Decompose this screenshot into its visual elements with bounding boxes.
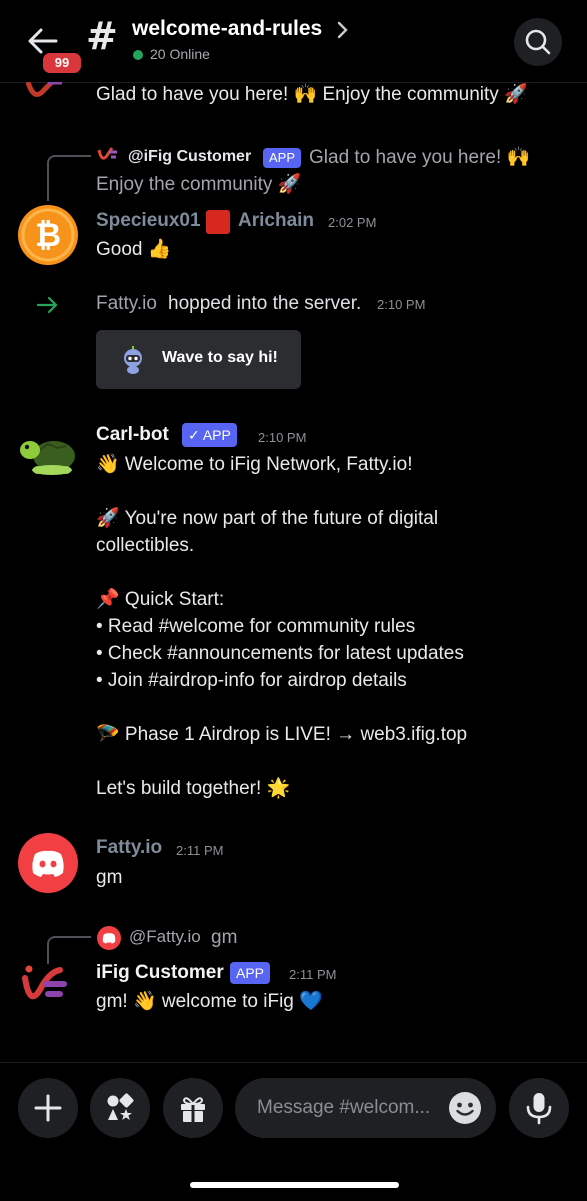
reply-connector xyxy=(47,936,91,964)
reply-preview-cont[interactable]: Enjoy the community 🚀 xyxy=(96,171,301,198)
red-square-emoji xyxy=(206,210,230,234)
bot-line: 👋 Welcome to iFig Network, Fatty.io! xyxy=(96,454,413,475)
timestamp: 2:10 PM xyxy=(377,297,426,312)
reply-preview[interactable]: gm xyxy=(211,924,237,951)
reply-preview[interactable]: Glad to have you here! 🙌 xyxy=(309,144,530,171)
bot-line-link[interactable]: 🪂 Phase 1 Airdrop is LIVE! → web3.ifig.t… xyxy=(96,721,467,748)
join-text: hopped into the server. xyxy=(168,293,362,314)
plus-icon xyxy=(34,1094,62,1122)
message-text: gm! 👋 welcome to iFig 💙 xyxy=(96,991,323,1012)
wave-button-label: Wave to say hi! xyxy=(162,349,278,366)
message-composer: Message #welcom... xyxy=(0,1062,587,1201)
join-user[interactable]: Fatty.io xyxy=(96,290,157,317)
wave-button[interactable]: Wave to say hi! xyxy=(96,330,301,389)
channel-header: 99 # welcome-and-rules 20 Online xyxy=(0,0,587,83)
channel-hash-icon: # xyxy=(86,14,118,58)
gift-button[interactable] xyxy=(163,1078,223,1138)
bot-line: Let's build together! 🌟 xyxy=(96,778,291,799)
timestamp: 2:10 PM xyxy=(258,430,307,445)
message-text: gm xyxy=(96,867,123,888)
join-arrow-icon xyxy=(36,294,60,316)
svg-text:₿: ₿ xyxy=(35,216,61,254)
timestamp: 2:11 PM xyxy=(289,967,337,982)
voice-message-button[interactable] xyxy=(509,1078,569,1138)
online-count: 20 Online xyxy=(150,46,210,62)
discord-logo-icon xyxy=(32,850,64,877)
search-icon xyxy=(525,29,551,55)
wave-sticker-icon xyxy=(124,346,142,374)
search-button[interactable] xyxy=(514,18,562,66)
add-attachment-button[interactable] xyxy=(18,1078,78,1138)
gift-icon xyxy=(181,1097,205,1122)
bitcoin-avatar[interactable]: ₿ xyxy=(18,205,78,265)
bot-line: • Read #welcome for community rules xyxy=(96,616,416,637)
ifig-mini-avatar xyxy=(97,146,119,168)
author-name[interactable]: Fatty.io xyxy=(96,837,162,859)
app-tag: APP xyxy=(230,962,271,984)
timestamp: 2:02 PM xyxy=(328,215,377,230)
apps-icon xyxy=(107,1093,134,1120)
app-tag: APP xyxy=(263,148,302,168)
online-status-dot xyxy=(133,50,143,60)
discord-mini-avatar xyxy=(97,926,121,950)
author-name-suffix[interactable]: Arichain xyxy=(238,210,314,232)
microphone-icon xyxy=(526,1093,552,1125)
bot-line: • Check #announcements for latest update… xyxy=(96,643,464,664)
ifig-avatar-partial[interactable] xyxy=(22,82,72,108)
ifig-avatar[interactable] xyxy=(20,962,74,1016)
bot-line: 📌 Quick Start: xyxy=(96,589,225,610)
author-name[interactable]: Carl-bot xyxy=(96,424,169,446)
emoji-picker-icon[interactable] xyxy=(447,1090,483,1126)
message-input[interactable]: Message #welcom... xyxy=(235,1078,496,1138)
apps-button[interactable] xyxy=(90,1078,150,1138)
author-name[interactable]: Specieux01 xyxy=(96,210,201,232)
home-indicator xyxy=(190,1182,399,1188)
verified-app-tag: ✓ APP xyxy=(182,423,237,447)
author-name[interactable]: iFig Customer xyxy=(96,962,224,984)
reply-author[interactable]: @Fatty.io xyxy=(129,927,201,947)
bot-line: collectibles. xyxy=(96,535,195,556)
reply-author[interactable]: @iFig Customer xyxy=(128,148,251,166)
reply-connector xyxy=(47,155,91,201)
timestamp: 2:11 PM xyxy=(176,843,224,858)
bot-line: 🚀 You're now part of the future of digit… xyxy=(96,508,439,529)
discord-default-avatar[interactable] xyxy=(18,833,78,893)
bot-line: • Join #airdrop-info for airdrop details xyxy=(96,670,407,691)
message-text: Glad to have you here! 🙌 Enjoy the commu… xyxy=(96,84,528,105)
carl-bot-avatar[interactable] xyxy=(18,426,78,486)
channel-title[interactable]: welcome-and-rules xyxy=(132,17,322,41)
chevron-right-icon[interactable] xyxy=(336,20,350,46)
message-text: Good 👍 xyxy=(96,239,172,260)
message-input-placeholder: Message #welcom... xyxy=(257,1097,431,1118)
unread-badge: 99 xyxy=(40,50,84,76)
